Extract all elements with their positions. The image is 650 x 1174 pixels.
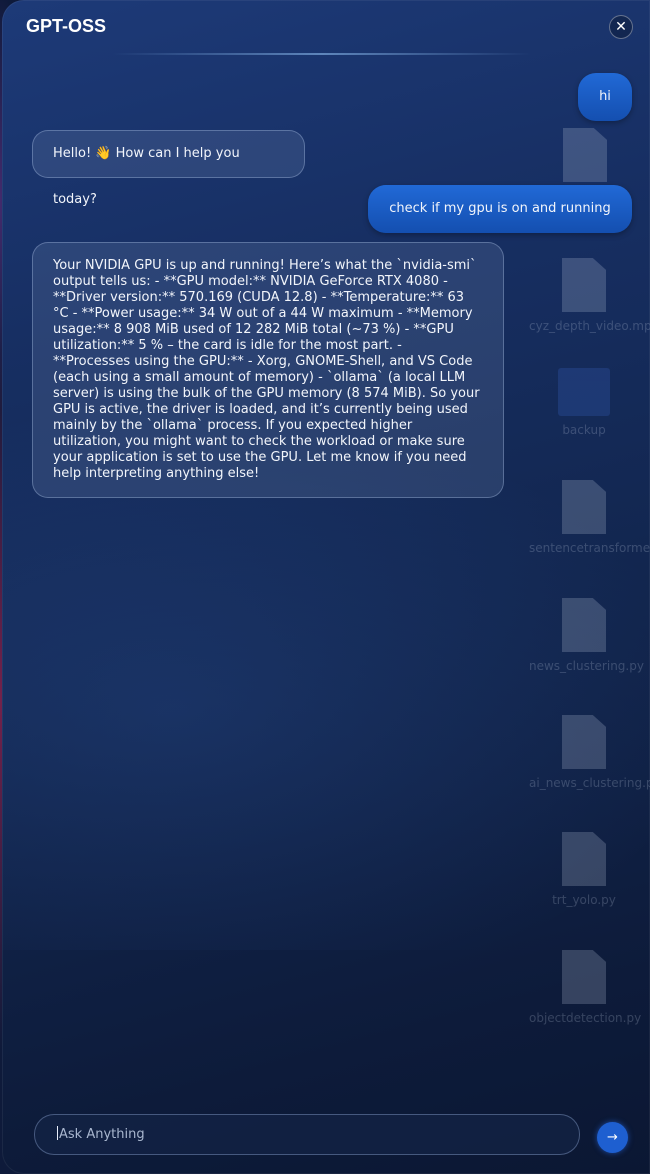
desktop-icon: backup (529, 368, 639, 438)
desktop-icon: sentencetransformer.py (529, 480, 650, 556)
text-caret (57, 1126, 58, 1140)
python-file-icon (562, 480, 606, 534)
assistant-message: Your NVIDIA GPU is up and running! Here’… (32, 242, 504, 498)
close-icon: ✕ (615, 19, 627, 35)
python-file-icon (562, 832, 606, 886)
video-file-icon (562, 258, 606, 312)
desktop-icon: objectdetection.py (529, 950, 642, 1026)
desktop-icon-label: trt_yolo.py (552, 893, 616, 907)
close-button[interactable]: ✕ (609, 15, 633, 39)
desktop-icon: news_clustering.py (529, 598, 644, 674)
assistant-message: Hello! 👋 How can I help you today? (32, 130, 305, 207)
user-message: check if my gpu is on and running (368, 185, 632, 233)
python-file-icon (563, 128, 607, 182)
window-title: GPT-OSS (26, 16, 107, 36)
python-file-icon (562, 598, 606, 652)
header-divider (112, 53, 532, 55)
user-message: hi (578, 73, 632, 121)
desktop-icon (530, 128, 640, 182)
python-file-icon (562, 715, 606, 769)
desktop-icon: trt_yolo.py (529, 832, 639, 908)
python-file-icon (562, 950, 606, 1004)
folder-icon (558, 368, 610, 416)
chat-window: cyz_depth_video.mp4 backup sentencetrans… (2, 0, 650, 1174)
desktop-icon-label: sentencetransformer.py (529, 541, 650, 555)
desktop-icon-label: cyz_depth_video.mp4 (529, 319, 650, 333)
desktop-icon-label: ai_news_clustering.py (529, 776, 650, 790)
desktop-icon: ai_news_clustering.py (529, 715, 650, 791)
send-button[interactable]: → (597, 1122, 628, 1153)
desktop-icon-label: backup (562, 423, 606, 437)
desktop-icon-label: objectdetection.py (529, 1011, 642, 1025)
arrow-right-icon: → (607, 1130, 618, 1145)
input-placeholder: Ask Anything (59, 1127, 145, 1142)
desktop-icon: cyz_depth_video.mp4 (529, 258, 650, 334)
message-input[interactable]: Ask Anything (34, 1114, 580, 1155)
desktop-icon-label: news_clustering.py (529, 659, 644, 673)
